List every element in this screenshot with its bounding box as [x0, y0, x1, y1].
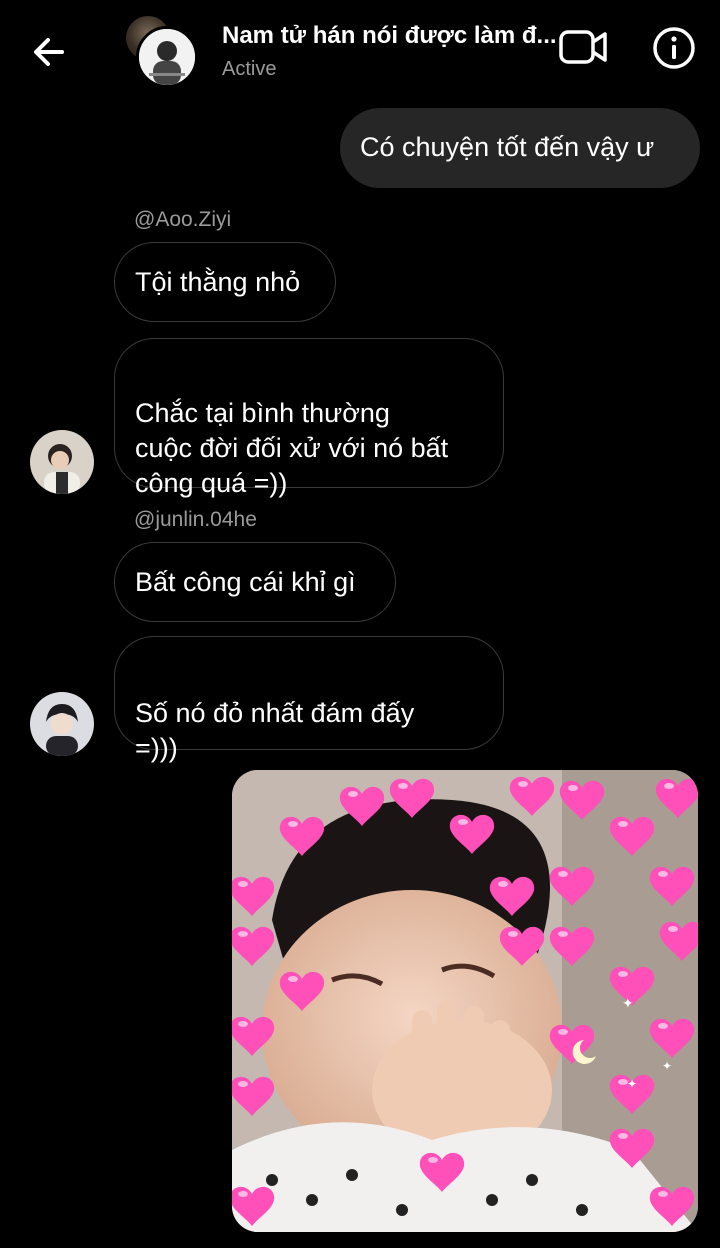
- incoming-message-bubble[interactable]: Tội thằng nhỏ: [114, 242, 336, 322]
- incoming-message-bubble[interactable]: Chắc tại bình thường cuộc đời đối xử với…: [114, 338, 504, 498]
- sender-name[interactable]: @junlin.04he: [134, 508, 257, 532]
- svg-text:✦: ✦: [662, 1059, 672, 1073]
- group-avatar[interactable]: [126, 16, 198, 88]
- message-text: Số nó đỏ nhất đám đấy =))): [135, 698, 415, 763]
- image-message[interactable]: ✦ ✦ ✦: [232, 770, 698, 1232]
- sender-avatar[interactable]: [30, 430, 94, 494]
- message-text: Tội thằng nhỏ: [135, 267, 301, 297]
- message-text: Có chuyện tốt đến vậy ư: [360, 132, 655, 162]
- svg-text:✦: ✦: [627, 1077, 637, 1091]
- avatar-primary: [136, 26, 198, 88]
- message-text: Bất công cái khỉ gì: [135, 567, 356, 597]
- arrow-left-icon: [34, 38, 64, 66]
- info-icon: [653, 27, 695, 69]
- video-call-button[interactable]: [556, 24, 612, 70]
- outgoing-message-bubble[interactable]: Có chuyện tốt đến vậy ư: [340, 108, 700, 188]
- meme-image: ✦ ✦ ✦: [232, 770, 698, 1232]
- video-camera-icon: [559, 30, 607, 64]
- sender-name[interactable]: @Aoo.Ziyi: [134, 208, 231, 232]
- svg-text:✦: ✦: [622, 996, 634, 1012]
- active-status: Active: [222, 58, 277, 80]
- chat-header: Nam tử hán nói được làm đ... Active: [0, 0, 720, 100]
- sender-avatar[interactable]: [30, 692, 94, 756]
- back-button[interactable]: [28, 30, 72, 74]
- conversation-title[interactable]: Nam tử hán nói được làm đ...: [222, 22, 557, 50]
- message-text: Chắc tại bình thường cuộc đời đối xử với…: [135, 398, 449, 498]
- info-button[interactable]: [650, 24, 698, 72]
- incoming-message-bubble[interactable]: Bất công cái khỉ gì: [114, 542, 396, 622]
- incoming-message-bubble[interactable]: Số nó đỏ nhất đám đấy =))): [114, 636, 504, 763]
